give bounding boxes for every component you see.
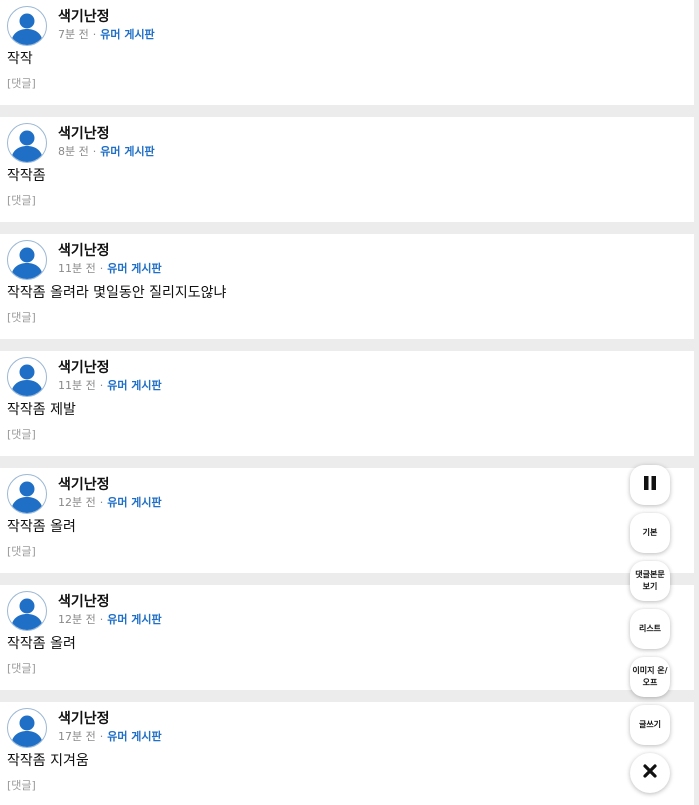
floating-action-menu: 기본 댓글본문보기 리스트 이미지 온/오프 글쓰기 [630, 0, 672, 805]
post-card[interactable]: 색기난정 12분 전 · 유머 게시판 작작좀 올려 [댓글] [0, 468, 694, 585]
list-view-label: 리스트 [638, 624, 662, 633]
close-icon [643, 764, 657, 782]
post-board-link[interactable]: 유머 게시판 [107, 262, 161, 275]
post-author[interactable]: 색기난정 [58, 357, 110, 377]
post-content[interactable]: 작작좀 올려라 몇일동안 질리지도않냐 [7, 282, 226, 302]
post-meta: 8분 전 · 유머 게시판 [58, 143, 155, 159]
basic-view-label: 기본 [642, 528, 658, 537]
write-button[interactable]: 글쓰기 [630, 705, 670, 745]
post-card[interactable]: 색기난정 7분 전 · 유머 게시판 작작 [댓글] [0, 0, 694, 117]
avatar-icon[interactable] [7, 123, 47, 163]
meta-separator: · [92, 145, 97, 158]
post-card[interactable]: 색기난정 12분 전 · 유머 게시판 작작좀 올려 [댓글] [0, 585, 694, 702]
post-meta: 11분 전 · 유머 게시판 [58, 377, 162, 393]
post-comment-link[interactable]: [댓글] [7, 192, 36, 208]
post-comment-link[interactable]: [댓글] [7, 660, 36, 676]
meta-separator: · [99, 613, 104, 626]
comment-view-label: 댓글본문보기 [635, 570, 665, 591]
post-comment-link[interactable]: [댓글] [7, 309, 36, 325]
post-meta: 12분 전 · 유머 게시판 [58, 611, 162, 627]
meta-separator: · [99, 496, 104, 509]
post-meta: 11분 전 · 유머 게시판 [58, 260, 162, 276]
post-time: 12분 전 [58, 496, 96, 509]
pause-button[interactable] [630, 465, 670, 505]
post-meta: 17분 전 · 유머 게시판 [58, 728, 162, 744]
post-author[interactable]: 색기난정 [58, 474, 110, 494]
post-time: 11분 전 [58, 262, 96, 275]
page-edge-bar [694, 0, 699, 805]
post-board-link[interactable]: 유머 게시판 [107, 379, 161, 392]
comment-view-button[interactable]: 댓글본문보기 [630, 561, 670, 601]
pause-icon [642, 475, 658, 495]
post-board-link[interactable]: 유머 게시판 [100, 28, 154, 41]
post-board-link[interactable]: 유머 게시판 [100, 145, 154, 158]
meta-separator: · [99, 262, 104, 275]
meta-separator: · [99, 730, 104, 743]
post-author[interactable]: 색기난정 [58, 6, 110, 26]
close-button[interactable] [630, 753, 670, 793]
post-time: 17분 전 [58, 730, 96, 743]
write-label: 글쓰기 [638, 720, 662, 729]
post-feed: 색기난정 7분 전 · 유머 게시판 작작 [댓글] 색기난정 8분 전 · 유머 게시… [0, 0, 694, 805]
post-board-link[interactable]: 유머 게시판 [107, 613, 161, 626]
meta-separator: · [92, 28, 97, 41]
image-toggle-label: 이미지 온/오프 [632, 666, 668, 687]
post-comment-link[interactable]: [댓글] [7, 75, 36, 91]
post-meta: 12분 전 · 유머 게시판 [58, 494, 162, 510]
post-meta: 7분 전 · 유머 게시판 [58, 26, 155, 42]
meta-separator: · [99, 379, 104, 392]
post-comment-link[interactable]: [댓글] [7, 543, 36, 559]
list-view-button[interactable]: 리스트 [630, 609, 670, 649]
post-card[interactable]: 색기난정 17분 전 · 유머 게시판 작작좀 지겨움 [댓글] [0, 702, 694, 805]
post-time: 11분 전 [58, 379, 96, 392]
post-time: 7분 전 [58, 28, 89, 41]
post-content[interactable]: 작작좀 올려 [7, 633, 76, 653]
post-author[interactable]: 색기난정 [58, 123, 110, 143]
post-card[interactable]: 색기난정 11분 전 · 유머 게시판 작작좀 제발 [댓글] [0, 351, 694, 468]
avatar-icon[interactable] [7, 240, 47, 280]
post-board-link[interactable]: 유머 게시판 [107, 496, 161, 509]
post-content[interactable]: 작작좀 지겨움 [7, 750, 89, 770]
post-content[interactable]: 작작 [7, 48, 33, 68]
post-content[interactable]: 작작좀 [7, 165, 46, 185]
basic-view-button[interactable]: 기본 [630, 513, 670, 553]
avatar-icon[interactable] [7, 591, 47, 631]
avatar-icon[interactable] [7, 708, 47, 748]
post-author[interactable]: 색기난정 [58, 708, 110, 728]
image-toggle-button[interactable]: 이미지 온/오프 [630, 657, 670, 697]
post-time: 12분 전 [58, 613, 96, 626]
avatar-icon[interactable] [7, 357, 47, 397]
avatar-icon[interactable] [7, 6, 47, 46]
post-card[interactable]: 색기난정 11분 전 · 유머 게시판 작작좀 올려라 몇일동안 질리지도않냐 [댓… [0, 234, 694, 351]
post-board-link[interactable]: 유머 게시판 [107, 730, 161, 743]
post-content[interactable]: 작작좀 올려 [7, 516, 76, 536]
post-content[interactable]: 작작좀 제발 [7, 399, 76, 419]
post-card[interactable]: 색기난정 8분 전 · 유머 게시판 작작좀 [댓글] [0, 117, 694, 234]
avatar-icon[interactable] [7, 474, 47, 514]
post-comment-link[interactable]: [댓글] [7, 777, 36, 793]
post-time: 8분 전 [58, 145, 89, 158]
post-comment-link[interactable]: [댓글] [7, 426, 36, 442]
post-author[interactable]: 색기난정 [58, 240, 110, 260]
post-author[interactable]: 색기난정 [58, 591, 110, 611]
